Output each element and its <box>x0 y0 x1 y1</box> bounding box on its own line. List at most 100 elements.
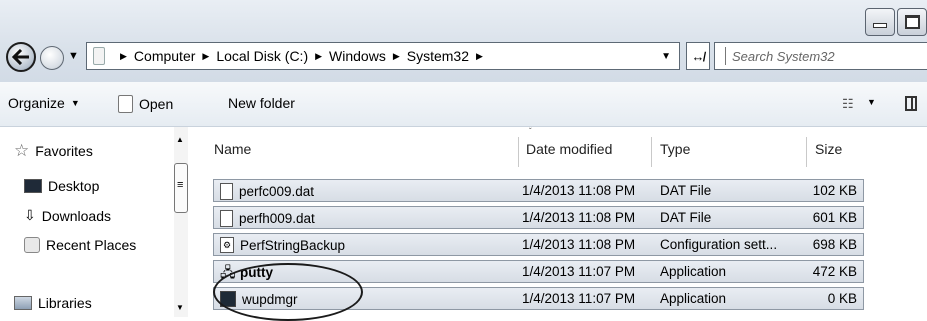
open-label: Open <box>139 96 174 112</box>
views-icon[interactable]: ☷ <box>842 96 854 112</box>
breadcrumb-local-disk[interactable]: ▶ Local Disk (C:) <box>195 48 308 64</box>
column-header-name[interactable]: Name <box>214 141 251 157</box>
config-file-icon: ⚙ <box>220 237 234 253</box>
file-list: Name ˇ Date modified Type Size perfc009.… <box>192 127 927 321</box>
file-date: 1/4/2013 11:08 PM <box>522 183 636 198</box>
file-type: Configuration sett... <box>660 237 778 252</box>
nav-label: Downloads <box>41 207 111 224</box>
file-row[interactable]: ⚙ PerfStringBackup 1/4/2013 11:08 PM Con… <box>213 233 864 256</box>
nav-label: Recent Places <box>46 237 137 253</box>
recent-pages-dropdown[interactable]: ▼ <box>68 50 79 62</box>
search-input[interactable] <box>732 48 902 64</box>
refresh-icon: ↮ <box>691 48 705 64</box>
column-divider[interactable] <box>806 137 807 167</box>
file-name: putty <box>240 264 273 280</box>
chevron-right-icon: ▶ <box>120 50 127 61</box>
file-name-cell: ⚙ PerfStringBackup <box>220 237 345 253</box>
file-type: Application <box>660 291 727 306</box>
breadcrumb-computer[interactable]: ▶ Computer <box>113 48 195 64</box>
new-folder-label: New folder <box>228 95 295 111</box>
open-icon <box>118 95 133 113</box>
organize-label: Organize <box>8 95 65 111</box>
breadcrumb-label: Windows <box>329 48 386 64</box>
chevron-right-icon[interactable]: ▶ <box>476 51 483 62</box>
nav-scrollbar[interactable] <box>174 127 188 317</box>
breadcrumb-windows[interactable]: ▶ Windows <box>308 48 386 64</box>
chevron-right-icon: ▶ <box>202 50 210 61</box>
file-row[interactable]: 🖧 putty 1/4/2013 11:07 PM Application 47… <box>213 260 864 283</box>
scroll-up-icon[interactable]: ▲ <box>176 135 184 144</box>
scrollbar-thumb[interactable] <box>174 163 188 213</box>
putty-icon: 🖧 <box>220 264 236 280</box>
nav-item-desktop[interactable]: Desktop <box>24 178 99 194</box>
nav-favorites[interactable]: ☆ Favorites <box>14 141 93 161</box>
column-header-date[interactable]: Date modified <box>526 141 612 157</box>
file-size: 102 KB <box>812 183 857 198</box>
chevron-down-icon: ▼ <box>70 98 80 108</box>
back-button[interactable] <box>6 42 36 72</box>
downloads-icon: ⇩ <box>24 207 36 223</box>
nav-label: Favorites <box>35 143 93 159</box>
star-icon: ☆ <box>14 141 30 160</box>
views-dropdown-icon[interactable]: ▼ <box>867 97 876 107</box>
navigation-pane: ☆ Favorites Desktop ⇩ Downloads Recent P… <box>0 127 192 317</box>
column-divider[interactable] <box>651 137 652 167</box>
file-name: PerfStringBackup <box>240 237 346 253</box>
search-box[interactable] <box>714 42 927 70</box>
file-name: perfh009.dat <box>239 211 315 226</box>
file-type: DAT File <box>660 183 712 198</box>
file-name-cell: perfc009.dat <box>220 183 314 200</box>
column-header-size[interactable]: Size <box>815 141 842 157</box>
file-date: 1/4/2013 11:07 PM <box>522 291 636 306</box>
file-icon <box>220 210 233 227</box>
file-date: 1/4/2013 11:08 PM <box>522 210 636 225</box>
maximize-button[interactable] <box>897 8 927 36</box>
scroll-down-icon[interactable]: ▼ <box>176 303 184 312</box>
title-bar: ▼ ▶ Computer ▶ Local Disk (C:) ▶ Windows… <box>0 0 927 82</box>
nav-label: Libraries <box>38 295 92 311</box>
breadcrumb-label: Local Disk (C:) <box>216 48 309 64</box>
window-controls <box>865 8 927 36</box>
file-icon <box>220 183 233 200</box>
application-icon <box>220 291 236 307</box>
libraries-icon <box>14 296 32 310</box>
new-folder-button[interactable]: New folder <box>228 95 295 111</box>
organize-button[interactable]: Organize ▼ <box>8 95 80 111</box>
nav-libraries[interactable]: Libraries <box>14 295 92 311</box>
column-divider[interactable] <box>518 137 519 167</box>
nav-label: Desktop <box>48 178 100 194</box>
sort-indicator-icon: ˇ <box>529 127 532 136</box>
file-date: 1/4/2013 11:08 PM <box>522 237 636 252</box>
file-row[interactable]: wupdmgr 1/4/2013 11:07 PM Application 0 … <box>213 287 864 310</box>
column-header-type[interactable]: Type <box>660 141 690 157</box>
file-date: 1/4/2013 11:07 PM <box>522 264 636 279</box>
file-row[interactable]: perfc009.dat 1/4/2013 11:08 PM DAT File … <box>213 179 864 202</box>
desktop-icon <box>24 179 42 193</box>
search-divider <box>725 47 726 65</box>
chevron-right-icon: ▶ <box>392 50 400 61</box>
file-name-cell: 🖧 putty <box>220 264 273 280</box>
address-dropdown-icon[interactable]: ▼ <box>661 51 671 62</box>
file-row[interactable]: perfh009.dat 1/4/2013 11:08 PM DAT File … <box>213 206 864 229</box>
maximize-icon <box>904 15 920 29</box>
open-button[interactable]: Open <box>118 95 173 113</box>
address-bar[interactable]: ▶ Computer ▶ Local Disk (C:) ▶ Windows ▶… <box>86 42 680 70</box>
file-size: 472 KB <box>812 264 857 279</box>
file-size: 601 KB <box>812 210 857 225</box>
refresh-button[interactable]: ↮ <box>686 42 710 70</box>
preview-pane-icon[interactable] <box>905 96 917 111</box>
file-name: wupdmgr <box>242 291 298 307</box>
chevron-right-icon: ▶ <box>315 50 323 61</box>
breadcrumb-system32[interactable]: ▶ System32 ▶ <box>386 48 490 64</box>
file-size: 698 KB <box>812 237 857 252</box>
file-type: Application <box>660 264 727 279</box>
folder-icon <box>93 47 105 65</box>
file-type: DAT File <box>660 210 712 225</box>
nav-item-recent-places[interactable]: Recent Places <box>24 237 136 253</box>
nav-item-downloads[interactable]: ⇩ Downloads <box>24 207 111 224</box>
forward-button[interactable] <box>40 46 64 70</box>
breadcrumb-label: System32 <box>406 48 469 64</box>
file-name: perfc009.dat <box>239 184 315 199</box>
minimize-button[interactable] <box>865 8 895 36</box>
file-name-cell: perfh009.dat <box>220 210 315 227</box>
